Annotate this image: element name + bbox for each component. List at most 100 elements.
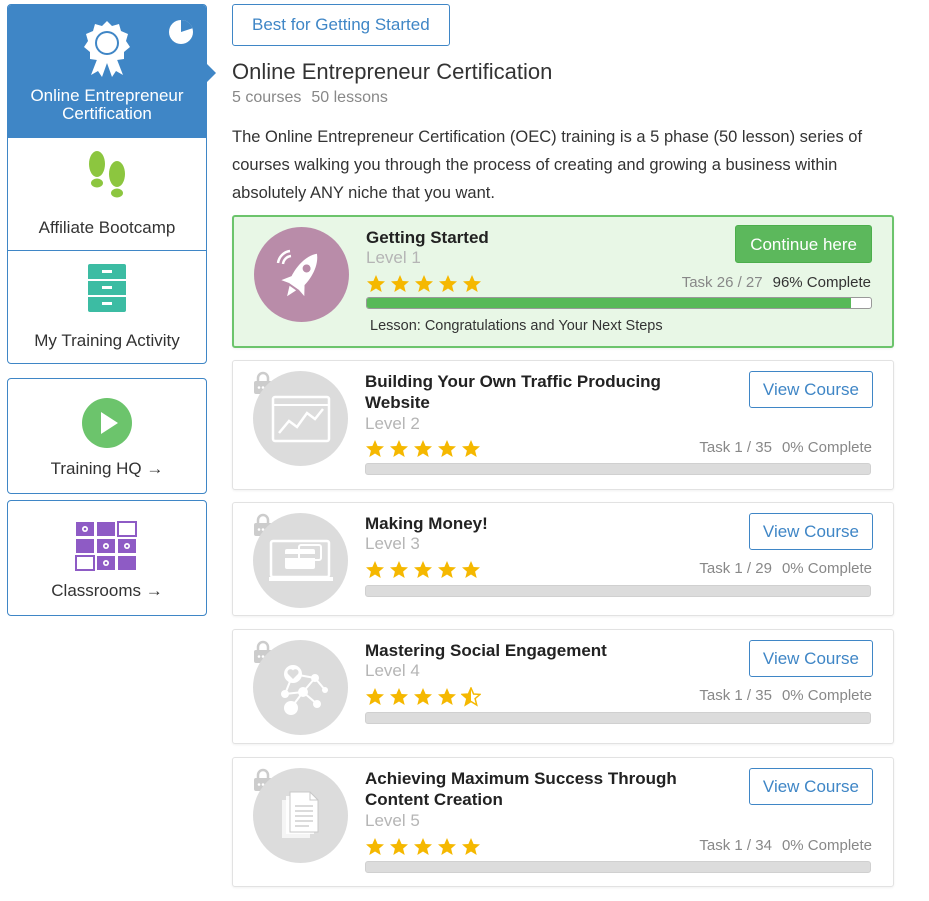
certification-description: The Online Entrepreneur Certification (O… xyxy=(232,128,863,202)
star-full-icon xyxy=(438,688,456,705)
course-title: Making Money! xyxy=(365,514,488,533)
star-full-icon xyxy=(438,440,456,457)
task-progress: Task 1 / 35 0% Complete xyxy=(699,687,872,704)
course-card: Getting Started Level 1 Task 26 / 27 96% … xyxy=(232,215,894,348)
training-hq-link[interactable]: Training HQ → xyxy=(7,378,207,494)
progress-bar xyxy=(365,463,871,475)
task-progress: Task 1 / 34 0% Complete xyxy=(699,837,872,854)
task-count: Task 1 / 35 xyxy=(699,687,772,704)
award-ribbon-icon xyxy=(84,21,130,77)
task-count: Task 26 / 27 xyxy=(681,274,763,291)
course-meta: 5 courses 50 lessons xyxy=(232,89,902,107)
classroom-grid-icon xyxy=(75,521,137,571)
rocket-icon xyxy=(276,249,317,296)
star-full-icon xyxy=(366,838,384,855)
percent-complete: 0% Complete xyxy=(781,837,872,854)
star-full-icon xyxy=(438,561,456,578)
task-count: Task 1 / 35 xyxy=(699,439,772,456)
star-full-icon xyxy=(367,275,385,292)
star-full-icon xyxy=(366,688,384,705)
progress-bar xyxy=(365,585,871,597)
website-chart-icon xyxy=(271,395,330,442)
star-rating xyxy=(365,687,481,707)
course-title: Building Your Own Traffic Producing Webs… xyxy=(365,372,661,412)
task-progress: Task 26 / 27 96% Complete xyxy=(682,274,871,291)
star-full-icon xyxy=(390,688,408,705)
sidebar-item-label: Online Entrepreneur Certification xyxy=(30,86,184,123)
progress-pie-icon xyxy=(169,20,193,44)
view-course-button[interactable]: View Course xyxy=(748,513,873,550)
percent-complete: 0% Complete xyxy=(781,560,872,577)
sidebar-nav: Online Entrepreneur Certification Affili… xyxy=(7,4,216,364)
star-full-icon xyxy=(415,275,433,292)
training-hq-label: Training HQ → xyxy=(50,459,164,478)
classrooms-link[interactable]: Classrooms → xyxy=(7,500,207,616)
course-image xyxy=(253,513,348,608)
star-full-icon xyxy=(462,561,480,578)
play-circle-icon xyxy=(82,398,132,448)
star-full-icon xyxy=(390,561,408,578)
star-full-icon xyxy=(366,440,384,457)
task-progress: Task 1 / 35 0% Complete xyxy=(699,439,872,456)
task-count: Task 1 / 29 xyxy=(699,560,772,577)
course-card: Achieving Maximum Success Through Conten… xyxy=(232,757,894,887)
view-course-button[interactable]: View Course xyxy=(748,371,873,408)
star-full-icon xyxy=(390,838,408,855)
star-rating xyxy=(366,274,482,294)
course-level: Level 5 xyxy=(365,811,420,830)
current-lesson: Lesson: Congratulations and Your Next St… xyxy=(370,318,663,334)
star-full-icon xyxy=(463,275,481,292)
documents-icon xyxy=(281,791,318,838)
sidebar-item-training-activity[interactable]: My Training Activity xyxy=(8,250,206,363)
star-full-icon xyxy=(462,838,480,855)
course-title: Achieving Maximum Success Through Conten… xyxy=(365,769,677,809)
sidebar-item-oec[interactable]: Online Entrepreneur Certification xyxy=(8,5,216,137)
star-full-icon xyxy=(438,838,456,855)
course-count: 5 courses xyxy=(232,89,302,106)
course-image xyxy=(253,371,348,466)
course-level: Level 4 xyxy=(365,661,420,680)
credit-card-icon xyxy=(268,539,333,581)
course-image xyxy=(254,227,349,322)
star-full-icon xyxy=(439,275,457,292)
star-full-icon xyxy=(414,688,432,705)
sidebar-item-affiliate-bootcamp[interactable]: Affiliate Bootcamp xyxy=(8,137,206,250)
star-rating xyxy=(365,439,481,459)
progress-bar xyxy=(365,712,871,724)
star-full-icon xyxy=(414,440,432,457)
filing-cabinet-icon xyxy=(88,264,126,312)
star-full-icon xyxy=(414,838,432,855)
main-content: Best for Getting Started Online Entrepre… xyxy=(232,4,902,207)
page-title: Online Entrepreneur Certification xyxy=(232,59,553,84)
sidebar-item-label: Affiliate Bootcamp xyxy=(38,218,176,237)
star-full-icon xyxy=(462,440,480,457)
view-course-button[interactable]: View Course xyxy=(748,768,873,805)
course-level: Level 1 xyxy=(366,248,421,267)
social-network-icon xyxy=(280,664,328,715)
course-card: Mastering Social Engagement Level 4 Task… xyxy=(232,629,894,744)
progress-bar xyxy=(366,297,872,309)
task-progress: Task 1 / 29 0% Complete xyxy=(699,560,872,577)
continue-here-button[interactable]: Continue here xyxy=(735,225,872,263)
lesson-count: 50 lessons xyxy=(311,89,388,106)
star-full-icon xyxy=(366,561,384,578)
percent-complete: 96% Complete xyxy=(772,274,871,291)
classrooms-label: Classrooms → xyxy=(51,581,163,600)
star-full-icon xyxy=(414,561,432,578)
course-image xyxy=(253,768,348,863)
sidebar: Online Entrepreneur Certification Affili… xyxy=(7,4,216,616)
course-level: Level 3 xyxy=(365,534,420,553)
course-card: Making Money! Level 3 Task 1 / 29 0% Comp… xyxy=(232,502,894,616)
percent-complete: 0% Complete xyxy=(781,439,872,456)
view-course-button[interactable]: View Course xyxy=(748,640,873,677)
star-full-icon xyxy=(391,275,409,292)
sidebar-item-label: My Training Activity xyxy=(34,331,180,350)
best-for-badge[interactable]: Best for Getting Started xyxy=(232,4,450,46)
course-card: Building Your Own Traffic Producing Webs… xyxy=(232,360,894,490)
star-rating xyxy=(365,837,481,857)
star-rating xyxy=(365,560,481,580)
course-image xyxy=(253,640,348,735)
course-title: Getting Started xyxy=(366,228,489,247)
progress-bar xyxy=(365,861,871,873)
progress-bar-fill xyxy=(367,298,851,308)
